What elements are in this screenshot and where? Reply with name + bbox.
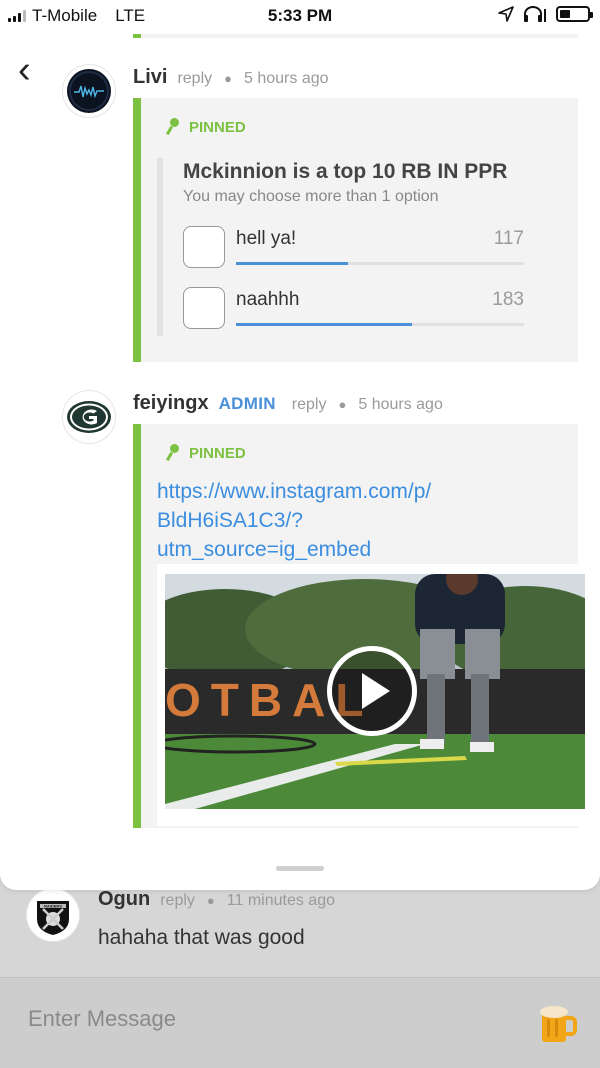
- poll-option-count: 183: [492, 289, 524, 310]
- poll-option-bar-fill: [236, 323, 412, 326]
- poll-option-checkbox[interactable]: [183, 226, 225, 268]
- video-thumbnail[interactable]: OTBAL: [165, 574, 585, 809]
- pinned-label: PINNED: [189, 444, 246, 462]
- back-chevron-icon[interactable]: ‹: [18, 51, 48, 90]
- link-line[interactable]: utm_source=ig_embed: [157, 535, 517, 564]
- poll-option[interactable]: hell ya! 117: [183, 226, 528, 270]
- message-text: hahaha that was good: [98, 926, 305, 949]
- admin-badge: ADMIN: [218, 394, 276, 413]
- poll-option-bar: [236, 323, 524, 326]
- raiders-logo-icon: RAIDERS: [37, 901, 69, 935]
- music-avatar-icon: [67, 69, 111, 113]
- poll: Mckinnion is a top 10 RB IN PPR You may …: [157, 158, 567, 336]
- reply-link[interactable]: reply: [292, 396, 327, 414]
- beer-mug-icon[interactable]: [538, 1002, 578, 1044]
- avatar-feiyingx[interactable]: [62, 390, 116, 444]
- message-composer: Enter Message: [0, 977, 600, 1068]
- pinned-badge: PINNED: [167, 444, 246, 462]
- link-line[interactable]: https://www.instagram.com/p/: [157, 477, 517, 506]
- timestamp: 5 hours ago: [358, 396, 443, 413]
- separator-dot: ●: [338, 397, 347, 412]
- username[interactable]: Livi: [133, 66, 167, 89]
- username[interactable]: Ogun: [98, 888, 150, 911]
- avatar-ogun[interactable]: RAIDERS: [26, 888, 80, 942]
- status-bar: T-Mobile LTE 5:33 PM: [0, 0, 600, 34]
- poll-option-label: naahhh: [236, 289, 300, 310]
- pinned-label: PINNED: [189, 118, 246, 136]
- message-header-feiyingx: feiyingx ADMIN reply ● 5 hours ago: [133, 392, 443, 415]
- headphones-icon: [524, 6, 546, 22]
- poll-option-label: hell ya!: [236, 228, 297, 249]
- message-header-livi: Livi reply ● 5 hours ago: [133, 66, 329, 89]
- status-right: [498, 5, 593, 23]
- poll-option-count: 117: [493, 228, 524, 249]
- pinned-badge: PINNED: [167, 118, 246, 136]
- timestamp: 5 hours ago: [244, 70, 329, 87]
- pinned-poll-card: PINNED Mckinnion is a top 10 RB IN PPR Y…: [133, 98, 578, 362]
- poll-option-bar: [236, 262, 524, 265]
- location-arrow-icon: [498, 6, 514, 22]
- username[interactable]: feiyingx: [133, 392, 209, 415]
- avatar-livi[interactable]: [62, 64, 116, 118]
- packers-logo-icon: [67, 401, 111, 433]
- separator-dot: ●: [206, 893, 215, 908]
- link-line[interactable]: BldH6iSA1C3/?: [157, 506, 517, 535]
- message-header-ogun: Ogun reply ● 11 minutes ago: [98, 888, 335, 911]
- poll-question: Mckinnion is a top 10 RB IN PPR: [183, 160, 508, 183]
- sheet-grabber-handle[interactable]: [276, 866, 324, 871]
- pushpin-icon: [167, 444, 181, 462]
- play-button-icon[interactable]: [327, 646, 417, 736]
- battery-icon: [556, 6, 593, 22]
- reply-link[interactable]: reply: [177, 70, 212, 88]
- message-input[interactable]: Enter Message: [28, 1006, 176, 1032]
- poll-option[interactable]: naahhh 183: [183, 287, 528, 331]
- timestamp: 11 minutes ago: [226, 892, 335, 909]
- separator-dot: ●: [224, 71, 232, 86]
- thread-sheet: ‹ Livi reply ● 5 hours ago PINNED Mckinn…: [0, 34, 600, 890]
- poll-subtitle: You may choose more than 1 option: [183, 188, 439, 205]
- instagram-link[interactable]: https://www.instagram.com/p/ BldH6iSA1C3…: [157, 477, 517, 564]
- poll-option-checkbox[interactable]: [183, 287, 225, 329]
- reply-link[interactable]: reply: [160, 892, 195, 910]
- poll-option-bar-fill: [236, 262, 349, 265]
- pinned-link-card: PINNED https://www.instagram.com/p/ BldH…: [133, 424, 587, 828]
- raiders-logo-text: RAIDERS: [44, 904, 62, 909]
- link-preview-embed[interactable]: OTBAL: [157, 564, 587, 826]
- pushpin-icon: [167, 118, 181, 136]
- previous-pinned-box-edge: [133, 34, 578, 38]
